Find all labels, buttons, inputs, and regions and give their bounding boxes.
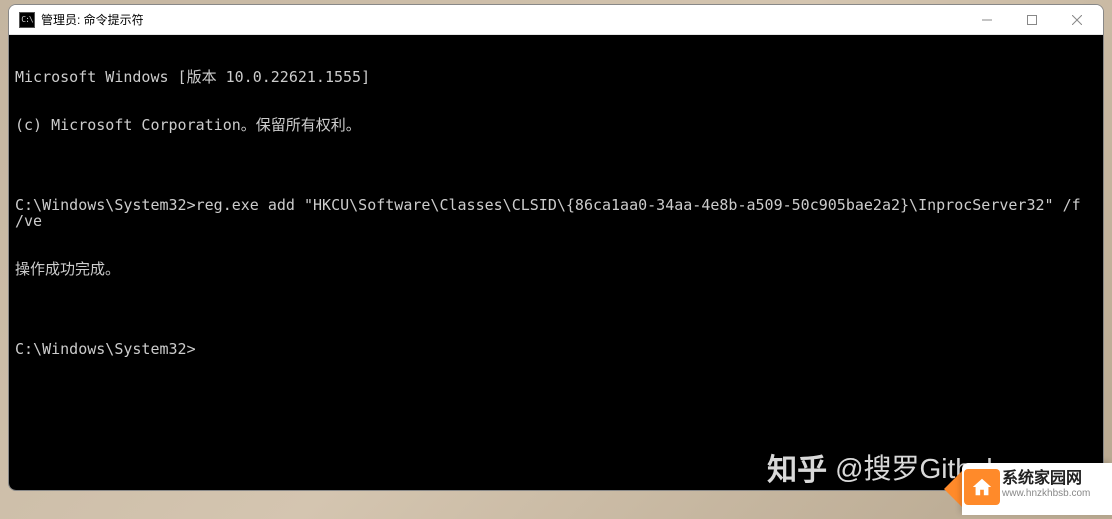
terminal-line: C:\Windows\System32>reg.exe add "HKCU\So… [15, 197, 1097, 229]
badge-body: 系统家园网 www.hnzkhbsb.com [962, 463, 1112, 515]
terminal-line: Microsoft Windows [版本 10.0.22621.1555] [15, 69, 1097, 85]
house-icon [964, 469, 1000, 505]
minimize-button[interactable] [964, 5, 1009, 34]
command-prompt-window: C:\ 管理员: 命令提示符 Microsoft Windows [版本 10.… [8, 4, 1104, 491]
window-titlebar[interactable]: C:\ 管理员: 命令提示符 [9, 5, 1103, 35]
badge-subtitle: www.hnzkhbsb.com [1002, 488, 1102, 500]
cmd-icon: C:\ [19, 12, 35, 28]
maximize-button[interactable] [1009, 5, 1054, 34]
terminal-output[interactable]: Microsoft Windows [版本 10.0.22621.1555] (… [9, 35, 1103, 490]
window-controls [964, 5, 1099, 34]
badge-title: 系统家园网 [1002, 469, 1102, 488]
source-badge: 系统家园网 www.hnzkhbsb.com [962, 459, 1112, 519]
terminal-prompt: C:\Windows\System32> [15, 341, 1097, 357]
terminal-line: (c) Microsoft Corporation。保留所有权利。 [15, 117, 1097, 133]
close-button[interactable] [1054, 5, 1099, 34]
window-title: 管理员: 命令提示符 [41, 11, 964, 28]
terminal-line: 操作成功完成。 [15, 261, 1097, 277]
